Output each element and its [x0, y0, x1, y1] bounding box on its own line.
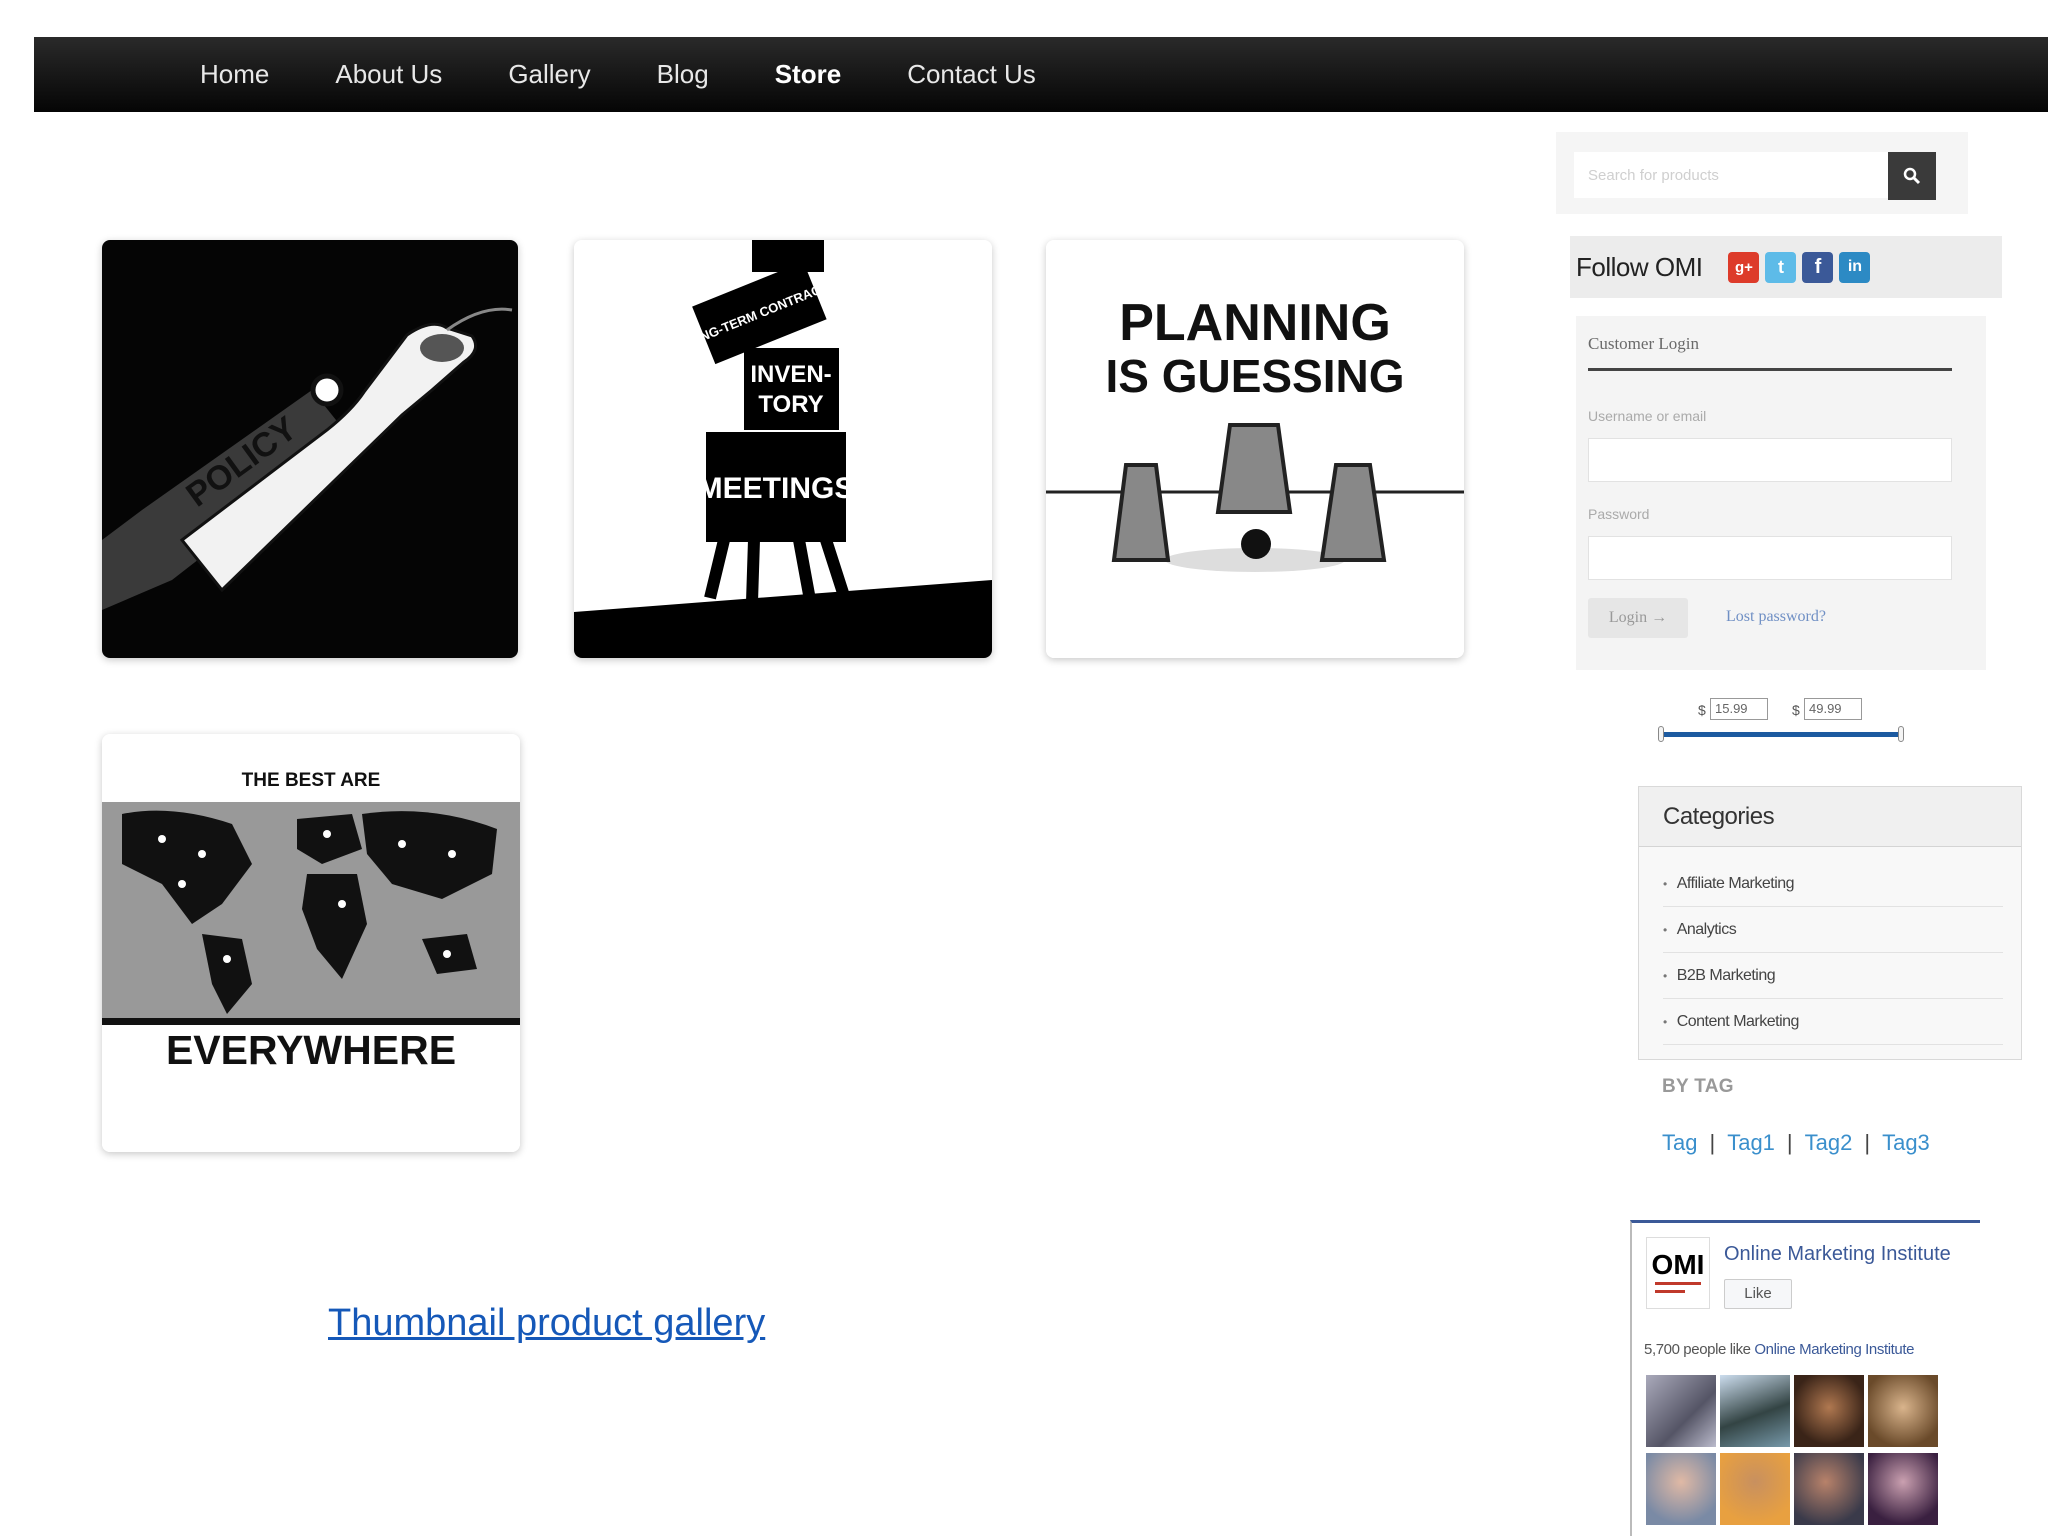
fb-fan-avatar[interactable]	[1868, 1453, 1938, 1525]
tag-link[interactable]: Tag	[1662, 1130, 1697, 1156]
price-min-currency: $	[1698, 702, 1706, 718]
category-item[interactable]: Affiliate Marketing	[1663, 861, 2003, 907]
category-item[interactable]: B2B Marketing	[1663, 953, 2003, 999]
facebook-like-box: OMI Online Marketing Institute Like 5,70…	[1630, 1220, 1980, 1536]
planning-line-1: PLANNING	[1119, 294, 1391, 352]
nav-item-gallery[interactable]: Gallery	[508, 59, 590, 90]
nav-item-contact-us[interactable]: Contact Us	[907, 59, 1036, 90]
nav-item-blog[interactable]: Blog	[657, 59, 709, 90]
policy-image: POLICY	[102, 240, 518, 658]
by-tag-heading: BY TAG	[1662, 1076, 1734, 1097]
tag-separator: |	[1864, 1130, 1871, 1155]
follow-bar: Follow OMI g+ t f in	[1570, 236, 2002, 298]
everywhere-bottom-text: EVERYWHERE	[166, 1027, 456, 1073]
product-thumb-policy[interactable]: POLICY	[102, 240, 518, 658]
fb-fan-avatar[interactable]	[1868, 1375, 1938, 1447]
price-min-value: 15.99	[1710, 698, 1768, 720]
fb-fan-avatar[interactable]	[1720, 1453, 1790, 1525]
fb-fan-avatar[interactable]	[1794, 1453, 1864, 1525]
meetings-image: LONG-TERM CONTRACTS INVEN- TORY MEETINGS	[574, 240, 992, 658]
password-field[interactable]	[1588, 536, 1952, 580]
tag-link[interactable]: Tag2	[1805, 1130, 1853, 1156]
tag-separator: |	[1786, 1130, 1793, 1155]
fb-like-button[interactable]: Like	[1724, 1279, 1792, 1309]
main-nav: Home About Us Gallery Blog Store Contact Us	[34, 37, 2048, 112]
everywhere-image: THE BEST ARE EVERYWHERE	[102, 734, 520, 1152]
product-thumb-everywhere[interactable]: THE BEST ARE EVERYWHERE	[102, 734, 520, 1152]
everywhere-top-text: THE BEST ARE	[242, 770, 381, 791]
tag-link[interactable]: Tag3	[1882, 1130, 1930, 1156]
fb-like-count: 5,700 people like Online Marketing Insti…	[1644, 1341, 1914, 1358]
fb-fan-avatar[interactable]	[1794, 1375, 1864, 1447]
fb-fan-avatar[interactable]	[1720, 1375, 1790, 1447]
categories-widget: Categories Affiliate Marketing Analytics…	[1638, 786, 2022, 1060]
price-slider-min-handle[interactable]	[1658, 726, 1664, 742]
search-input[interactable]	[1574, 152, 1890, 198]
omi-logo-image: OMI	[1652, 1249, 1705, 1293]
fb-like-count-page[interactable]: Online Marketing Institute	[1754, 1341, 1914, 1358]
google-plus-icon[interactable]: g+	[1728, 251, 1760, 283]
omi-logo-text: OMI	[1652, 1249, 1705, 1280]
product-thumb-meetings[interactable]: LONG-TERM CONTRACTS INVEN- TORY MEETINGS	[574, 240, 992, 658]
stack-label-3: TORY	[758, 391, 823, 418]
categories-title: Categories	[1639, 787, 2021, 847]
category-item[interactable]: Analytics	[1663, 907, 2003, 953]
linkedin-icon[interactable]: in	[1839, 251, 1871, 283]
thumbnail-gallery-link[interactable]: Thumbnail product gallery	[328, 1302, 765, 1345]
price-filter: $ 15.99 $ 49.99	[1656, 682, 1906, 748]
password-label: Password	[1588, 506, 1650, 522]
lost-password-link[interactable]: Lost password?	[1726, 608, 1826, 626]
omi-logo[interactable]: OMI	[1646, 1237, 1710, 1309]
tag-separator: |	[1709, 1130, 1716, 1155]
customer-login: Customer Login Username or email Passwor…	[1576, 316, 1986, 670]
login-button[interactable]: Login →	[1588, 598, 1688, 638]
nav-item-home[interactable]: Home	[200, 59, 269, 90]
follow-label: Follow OMI	[1576, 251, 1703, 282]
stack-label-2: INVEN-	[750, 361, 831, 388]
stack-label-4: MEETINGS	[698, 472, 855, 505]
nav-item-store[interactable]: Store	[775, 59, 841, 90]
login-divider	[1588, 368, 1952, 371]
login-title: Customer Login	[1588, 334, 1699, 353]
fb-like-count-text: 5,700 people like	[1644, 1341, 1751, 1358]
fb-page-name[interactable]: Online Marketing Institute	[1724, 1243, 1951, 1266]
nav-item-about-us[interactable]: About Us	[335, 59, 442, 90]
fb-fan-avatar[interactable]	[1646, 1453, 1716, 1525]
fb-fan-avatar[interactable]	[1646, 1375, 1716, 1447]
search-icon	[1903, 167, 1921, 185]
facebook-icon[interactable]: f	[1802, 251, 1834, 283]
search-button[interactable]	[1888, 152, 1936, 200]
tag-list: Tag | Tag1 | Tag2 | Tag3	[1662, 1130, 1930, 1156]
product-thumb-planning[interactable]: PLANNING IS GUESSING	[1046, 240, 1464, 658]
planning-line-2: IS GUESSING	[1105, 350, 1404, 402]
price-max-currency: $	[1792, 702, 1800, 718]
twitter-icon[interactable]: t	[1765, 251, 1797, 283]
username-label: Username or email	[1588, 408, 1707, 424]
price-max-value: 49.99	[1804, 698, 1862, 720]
price-slider-max-handle[interactable]	[1898, 726, 1904, 742]
price-slider-track[interactable]	[1660, 732, 1902, 737]
product-search	[1556, 132, 1968, 214]
username-field[interactable]	[1588, 438, 1952, 482]
tag-link[interactable]: Tag1	[1727, 1130, 1775, 1156]
planning-image: PLANNING IS GUESSING	[1046, 240, 1464, 658]
category-item[interactable]: Content Marketing	[1663, 999, 2003, 1045]
